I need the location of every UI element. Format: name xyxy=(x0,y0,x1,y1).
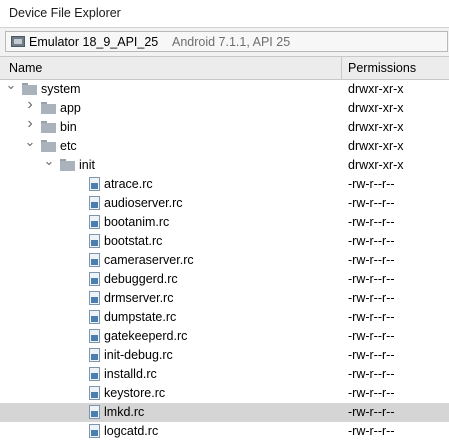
column-divider[interactable] xyxy=(341,57,342,79)
file-icon xyxy=(89,177,100,191)
emulator-device-icon xyxy=(11,36,25,47)
tree-item-name: drmserver.rc xyxy=(104,291,174,305)
file-icon xyxy=(89,329,100,343)
file-icon xyxy=(89,424,100,438)
tree-item-permissions: drwxr-xr-x xyxy=(348,120,404,134)
tree-item-name: logcatd.rc xyxy=(104,424,159,438)
tree-item-name: debuggerd.rc xyxy=(104,272,178,286)
file-icon xyxy=(89,386,100,400)
tree-item-permissions: -rw-r--r-- xyxy=(348,177,395,191)
column-header-name[interactable]: Name xyxy=(9,61,42,75)
tree-item-name: audioserver.rc xyxy=(104,196,183,210)
tree-item-name: cameraserver.rc xyxy=(104,253,194,267)
chevron-right-icon[interactable]: › xyxy=(24,116,36,132)
tree-row-file[interactable]: drmserver.rc -rw-r--r-- xyxy=(0,289,449,308)
device-selector-dropdown[interactable]: Emulator 18_9_API_25 Android 7.1.1, API … xyxy=(5,31,448,52)
tree-row-folder[interactable]: ⌄ system drwxr-xr-x xyxy=(0,78,449,99)
file-icon xyxy=(89,405,100,419)
tree-row-file[interactable]: bootanim.rc -rw-r--r-- xyxy=(0,213,449,232)
tree-item-permissions: drwxr-xr-x xyxy=(348,158,404,172)
file-icon xyxy=(89,272,100,286)
tree-row-file[interactable]: init-debug.rc -rw-r--r-- xyxy=(0,346,449,365)
tree-item-permissions: -rw-r--r-- xyxy=(348,424,395,438)
device-name: Emulator 18_9_API_25 xyxy=(29,35,159,49)
tree-item-name: system xyxy=(41,82,81,96)
tree-item-name: bootanim.rc xyxy=(104,215,170,229)
tree-item-permissions: -rw-r--r-- xyxy=(348,196,395,210)
tree-item-permissions: -rw-r--r-- xyxy=(348,329,395,343)
file-tree: ⌄ system drwxr-xr-x › app drwxr-xr-x › bin drwxr… xyxy=(0,78,449,443)
tree-row-folder[interactable]: ⌄ init drwxr-xr-x xyxy=(0,154,449,175)
device-info: Android 7.1.1, API 25 xyxy=(172,35,291,49)
folder-icon xyxy=(41,102,56,114)
folder-icon xyxy=(41,140,56,152)
tree-item-permissions: drwxr-xr-x xyxy=(348,101,404,115)
folder-icon xyxy=(22,83,37,95)
tree-row-file[interactable]: cameraserver.rc -rw-r--r-- xyxy=(0,251,449,270)
chevron-right-icon[interactable]: › xyxy=(24,97,36,113)
folder-icon xyxy=(41,121,56,133)
tool-window-titlebar: Device File Explorer xyxy=(0,0,449,28)
device-selector-bar: Emulator 18_9_API_25 Android 7.1.1, API … xyxy=(0,28,449,57)
tree-item-name: init xyxy=(79,158,95,172)
tree-item-name: lmkd.rc xyxy=(104,405,145,419)
tree-item-permissions: drwxr-xr-x xyxy=(348,82,404,96)
file-icon xyxy=(89,348,100,362)
column-header: Name Permissions xyxy=(0,57,449,80)
tree-row-file[interactable]: logcatd.rc -rw-r--r-- xyxy=(0,422,449,441)
tree-row-file[interactable]: bootstat.rc -rw-r--r-- xyxy=(0,232,449,251)
file-icon xyxy=(89,367,100,381)
tree-row-file[interactable]: keystore.rc -rw-r--r-- xyxy=(0,384,449,403)
tree-item-permissions: -rw-r--r-- xyxy=(348,405,395,419)
tree-item-name: gatekeeperd.rc xyxy=(104,329,188,343)
tree-item-permissions: -rw-r--r-- xyxy=(348,386,395,400)
tree-item-permissions: -rw-r--r-- xyxy=(348,348,395,362)
window-title: Device File Explorer xyxy=(9,6,121,20)
tree-item-name: installd.rc xyxy=(104,367,157,381)
chevron-down-icon[interactable]: ⌄ xyxy=(24,135,36,148)
column-header-permissions[interactable]: Permissions xyxy=(348,61,416,75)
tree-row-folder[interactable]: ⌄ etc drwxr-xr-x xyxy=(0,135,449,156)
tree-item-name: bootstat.rc xyxy=(104,234,163,248)
tree-item-permissions: -rw-r--r-- xyxy=(348,310,395,324)
file-icon xyxy=(89,196,100,210)
tree-row-file[interactable]: lmkd.rc -rw-r--r-- xyxy=(0,403,449,422)
tree-row-folder[interactable]: › bin drwxr-xr-x xyxy=(0,116,449,137)
file-icon xyxy=(89,310,100,324)
tree-item-name: dumpstate.rc xyxy=(104,310,177,324)
tree-row-file[interactable]: atrace.rc -rw-r--r-- xyxy=(0,175,449,194)
tree-item-permissions: -rw-r--r-- xyxy=(348,253,395,267)
tree-row-file[interactable]: debuggerd.rc -rw-r--r-- xyxy=(0,270,449,289)
tree-row-folder[interactable]: › app drwxr-xr-x xyxy=(0,97,449,118)
tree-row-file[interactable]: gatekeeperd.rc -rw-r--r-- xyxy=(0,327,449,346)
tree-item-permissions: -rw-r--r-- xyxy=(348,215,395,229)
tree-row-file[interactable]: audioserver.rc -rw-r--r-- xyxy=(0,194,449,213)
tree-row-file[interactable]: installd.rc -rw-r--r-- xyxy=(0,365,449,384)
chevron-down-icon[interactable]: ⌄ xyxy=(43,154,55,167)
tree-item-name: atrace.rc xyxy=(104,177,153,191)
tree-item-permissions: -rw-r--r-- xyxy=(348,272,395,286)
tree-item-permissions: -rw-r--r-- xyxy=(348,367,395,381)
file-icon xyxy=(89,253,100,267)
tree-item-name: init-debug.rc xyxy=(104,348,173,362)
file-icon xyxy=(89,291,100,305)
tree-item-permissions: -rw-r--r-- xyxy=(348,291,395,305)
folder-icon xyxy=(60,159,75,171)
tree-item-name: bin xyxy=(60,120,77,134)
tree-item-name: keystore.rc xyxy=(104,386,166,400)
tree-item-name: app xyxy=(60,101,81,115)
tree-row-file[interactable]: dumpstate.rc -rw-r--r-- xyxy=(0,308,449,327)
file-icon xyxy=(89,234,100,248)
tree-item-permissions: -rw-r--r-- xyxy=(348,234,395,248)
chevron-down-icon[interactable]: ⌄ xyxy=(5,78,17,91)
file-icon xyxy=(89,215,100,229)
tree-item-permissions: drwxr-xr-x xyxy=(348,139,404,153)
tree-item-name: etc xyxy=(60,139,77,153)
